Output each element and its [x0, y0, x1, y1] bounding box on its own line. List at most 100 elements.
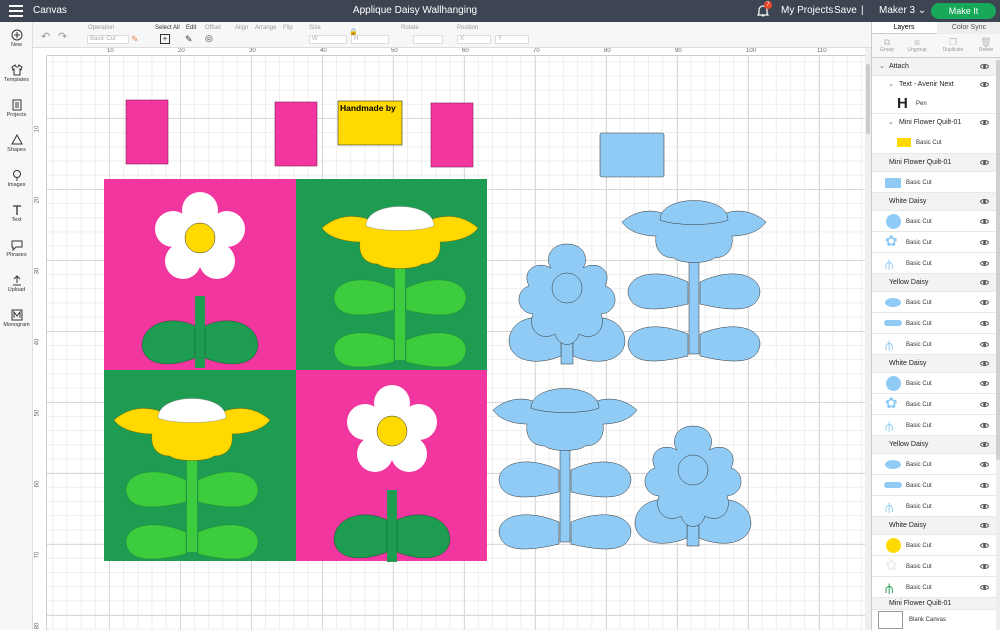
position-x-field[interactable]: X	[457, 35, 491, 44]
layer-item[interactable]: Basic Cut	[872, 211, 997, 232]
layer-header[interactable]: White Daisy	[872, 517, 997, 535]
layer-item[interactable]: Basic Cut	[872, 313, 997, 334]
redo-icon[interactable]: ↷	[58, 30, 67, 43]
layer-item[interactable]: ✿ Basic Cut	[872, 232, 997, 253]
layer-item[interactable]: ✿ Basic Cut	[872, 556, 997, 577]
nav-phrases[interactable]: Phrases	[0, 239, 33, 258]
eye-icon[interactable]	[980, 240, 989, 245]
eye-icon[interactable]	[980, 423, 989, 428]
layer-item[interactable]: ⫛ Basic Cut	[872, 496, 997, 517]
layer-item[interactable]: Basic Cut	[872, 475, 997, 496]
layer-group-text[interactable]: ⌄ Text - Avenir Next	[872, 76, 997, 94]
blue-daisy-cut-1[interactable]	[508, 243, 626, 365]
nav-images[interactable]: Images	[0, 169, 33, 188]
layer-header[interactable]: White Daisy	[872, 355, 997, 373]
eye-icon[interactable]	[980, 64, 989, 69]
eye-icon[interactable]	[980, 381, 989, 386]
eye-icon[interactable]	[980, 300, 989, 305]
panel-scrollbar[interactable]	[996, 58, 1000, 630]
panel-scroll-thumb[interactable]	[996, 60, 1000, 460]
pink-rect-2[interactable]	[274, 101, 318, 167]
nav-templates[interactable]: Templates	[0, 64, 33, 83]
layer-item[interactable]: ⫛ Basic Cut	[872, 577, 997, 598]
chevron-down-icon[interactable]: ⌄	[888, 80, 894, 88]
height-field[interactable]: H	[351, 35, 389, 44]
layer-item[interactable]: H Pen	[872, 94, 997, 114]
save-button[interactable]: Save	[834, 5, 857, 16]
eye-icon[interactable]	[980, 199, 989, 204]
nav-projects[interactable]: Projects	[0, 99, 33, 118]
delete-button[interactable]: Delete	[973, 47, 999, 53]
layer-item[interactable]: ✿ Basic Cut	[872, 394, 997, 415]
ungroup-button[interactable]: Ungroup	[904, 47, 930, 53]
layer-item[interactable]: Basic Cut	[872, 172, 997, 193]
layer-header[interactable]: Mini Flower Quilt-01	[872, 154, 997, 172]
operation-select[interactable]: Basic Cut	[87, 35, 129, 44]
pink-rect-3[interactable]	[430, 102, 474, 168]
layer-item[interactable]: ⫛ Basic Cut	[872, 334, 997, 355]
width-field[interactable]: W	[309, 35, 347, 44]
nav-text[interactable]: Text	[0, 204, 33, 223]
blue-rect[interactable]	[599, 132, 665, 178]
rotate-field[interactable]	[413, 35, 443, 44]
nav-shapes[interactable]: Shapes	[0, 134, 33, 153]
layer-header[interactable]: Mini Flower Quilt-01	[872, 598, 997, 610]
nav-monogram[interactable]: Monogram	[0, 309, 33, 328]
eye-icon[interactable]	[980, 523, 989, 528]
eye-icon[interactable]	[980, 462, 989, 467]
layer-header[interactable]: Yellow Daisy	[872, 436, 997, 454]
eye-icon[interactable]	[980, 261, 989, 266]
make-it-button[interactable]: Make It	[931, 3, 996, 19]
hamburger-menu-icon[interactable]	[9, 5, 23, 17]
nav-upload[interactable]: Upload	[0, 274, 33, 293]
layer-group-attach[interactable]: ⌄ Attach	[872, 58, 997, 76]
design-canvas[interactable]: Handmade by	[47, 56, 865, 630]
handmade-text[interactable]: Handmade by	[340, 103, 396, 113]
layer-header[interactable]: White Daisy	[872, 193, 997, 211]
undo-icon[interactable]: ↶	[41, 30, 50, 43]
nav-new[interactable]: New	[0, 29, 33, 48]
blue-yellow-daisy-cut-2[interactable]	[492, 388, 638, 550]
eye-icon[interactable]	[980, 402, 989, 407]
layer-item[interactable]: Basic Cut	[872, 535, 997, 556]
eye-icon[interactable]	[980, 82, 989, 87]
offset-icon[interactable]: ◎	[205, 33, 213, 44]
layer-header[interactable]: Yellow Daisy	[872, 274, 997, 292]
tab-layers[interactable]: Layers	[872, 24, 936, 31]
layer-item[interactable]: Basic Cut	[872, 132, 997, 154]
eye-icon[interactable]	[980, 342, 989, 347]
eye-icon[interactable]	[980, 361, 989, 366]
layer-group-mini-flower[interactable]: ⌄ Mini Flower Quilt-01	[872, 114, 997, 132]
yellow-daisy-2[interactable]	[113, 398, 271, 560]
layer-item[interactable]: ⫛ Basic Cut	[872, 415, 997, 436]
eye-icon[interactable]	[980, 219, 989, 224]
duplicate-button[interactable]: Duplicate	[940, 47, 966, 53]
pink-rect-1[interactable]	[125, 99, 169, 165]
eye-icon[interactable]	[980, 160, 989, 165]
chevron-down-icon[interactable]: ⌄	[888, 118, 894, 126]
eye-icon[interactable]	[980, 504, 989, 509]
blue-daisy-cut-2[interactable]	[634, 425, 752, 547]
yellow-daisy-1[interactable]	[321, 206, 479, 368]
layer-item[interactable]: Basic Cut	[872, 373, 997, 394]
eye-icon[interactable]	[980, 280, 989, 285]
position-y-field[interactable]: Y	[495, 35, 529, 44]
eye-icon[interactable]	[980, 543, 989, 548]
tab-color-sync[interactable]: Color Sync	[937, 22, 1000, 34]
eye-icon[interactable]	[980, 321, 989, 326]
my-projects-link[interactable]: My Projects	[781, 5, 833, 16]
layer-item[interactable]: Basic Cut	[872, 292, 997, 313]
blank-canvas-row[interactable]: Blank Canvas	[872, 610, 997, 630]
blue-yellow-daisy-cut-1[interactable]	[621, 200, 767, 362]
select-all-button[interactable]: +	[160, 34, 170, 44]
canvas-scroll-thumb[interactable]	[866, 64, 870, 134]
eye-icon[interactable]	[980, 564, 989, 569]
machine-selector[interactable]: Maker 3 ⌄	[879, 5, 926, 16]
eye-icon[interactable]	[980, 585, 989, 590]
eye-icon[interactable]	[980, 442, 989, 447]
group-button[interactable]: Group	[874, 47, 900, 53]
chevron-down-icon[interactable]: ⌄	[879, 62, 885, 70]
layer-item[interactable]: Basic Cut	[872, 454, 997, 475]
eye-icon[interactable]	[980, 483, 989, 488]
layer-item[interactable]: ⫛ Basic Cut	[872, 253, 997, 274]
